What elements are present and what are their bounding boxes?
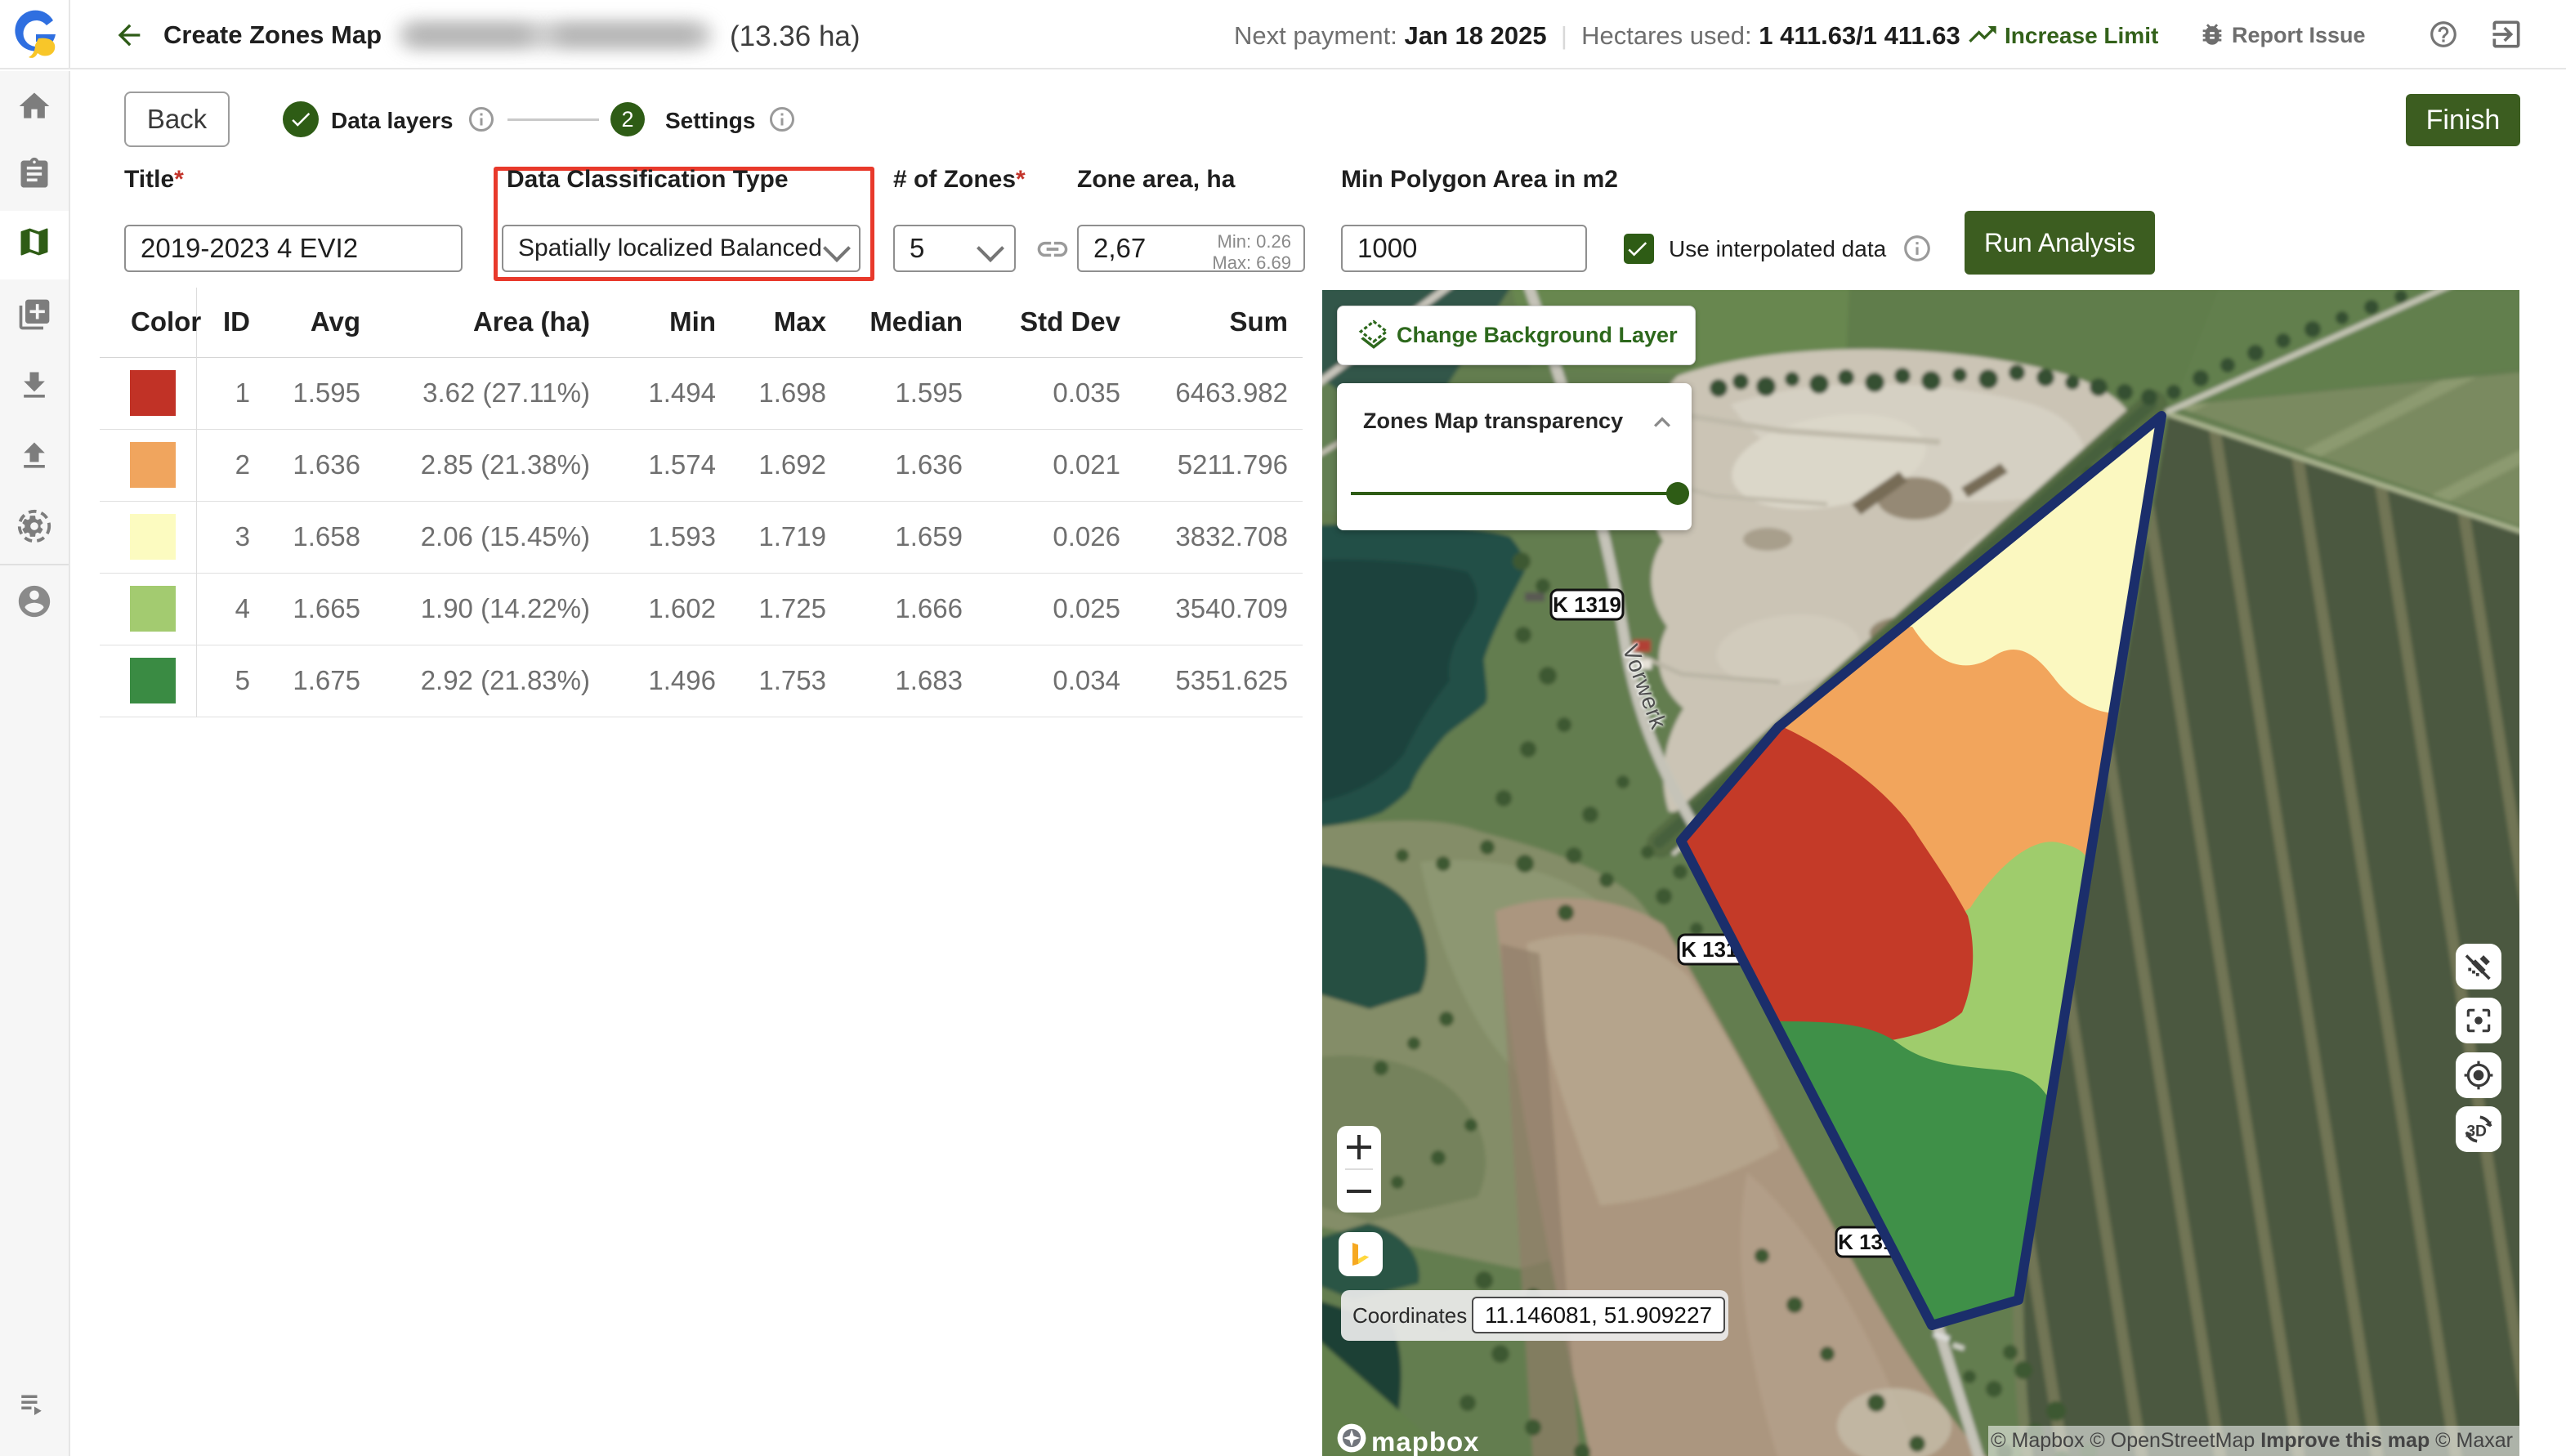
svg-text:K 1319: K 1319 — [1553, 592, 1621, 617]
